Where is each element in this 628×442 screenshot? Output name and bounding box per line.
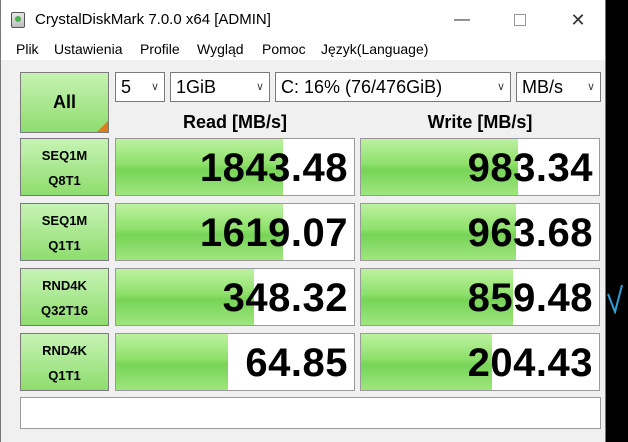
count-select[interactable]: 5 ∨: [115, 72, 165, 102]
test-button-4[interactable]: RND4K Q1T1: [20, 333, 109, 391]
menu-jezyk[interactable]: Język(Language): [321, 41, 428, 57]
read-speed-bar: [116, 334, 228, 390]
chevron-down-icon: ∨: [255, 81, 264, 93]
read-speed-value: 64.85: [245, 341, 348, 385]
count-value: 5: [121, 77, 132, 97]
chevron-down-icon: ∨: [586, 81, 595, 93]
main-panel: All 5 ∨ 1GiB ∨ C: 16% (76/476GiB) ∨ MB/s…: [1, 62, 605, 442]
background-checkmark-icon: [607, 284, 623, 314]
size-value: 1GiB: [176, 77, 217, 97]
test-params: Q8T1: [48, 173, 81, 188]
menu-wyglad[interactable]: Wygląd: [197, 41, 244, 57]
window-title: CrystalDiskMark 7.0.0 x64 [ADMIN]: [35, 11, 271, 28]
maximize-button[interactable]: [496, 0, 544, 40]
read-header: Read [MB/s]: [182, 112, 287, 132]
all-button[interactable]: All: [20, 72, 109, 133]
chevron-down-icon: ∨: [150, 81, 159, 93]
write-speed-value: 204.43: [467, 341, 593, 385]
drive-value: C: 16% (76/476GiB): [281, 77, 443, 97]
maximize-icon: [514, 13, 526, 26]
test-name: RND4K: [42, 278, 87, 293]
menu-plik[interactable]: Plik: [16, 41, 39, 57]
write-speed-value: 859.48: [467, 276, 593, 320]
size-select[interactable]: 1GiB ∨: [170, 72, 270, 102]
read-speed-value: 348.32: [222, 276, 348, 320]
chevron-down-icon: ∨: [496, 81, 505, 93]
test-name: SEQ1M: [41, 213, 88, 228]
menu-bar: Plik Ustawienia Profile Wygląd Pomoc Jęz…: [1, 40, 605, 60]
read-speed-value: 1843.48: [199, 146, 348, 190]
unit-value: MB/s: [522, 77, 564, 97]
test-button-3[interactable]: RND4K Q32T16: [20, 268, 109, 326]
read-result-cell: 64.85: [115, 333, 355, 391]
read-result-cell: 348.32: [115, 268, 355, 326]
crystaldiskmark-app-icon: [11, 12, 25, 28]
read-result-cell: 1843.48: [115, 138, 355, 196]
menu-profile[interactable]: Profile: [140, 41, 180, 57]
test-button-2[interactable]: SEQ1M Q1T1: [20, 203, 109, 261]
test-params: Q32T16: [41, 303, 88, 318]
write-speed-value: 983.34: [467, 146, 593, 190]
close-button[interactable]: ✕: [554, 0, 602, 40]
title-bar[interactable]: CrystalDiskMark 7.0.0 x64 [ADMIN] — ✕: [1, 0, 605, 40]
minimize-button[interactable]: —: [438, 0, 486, 40]
status-bar: [20, 397, 601, 429]
write-result-cell: 963.68: [360, 203, 600, 261]
drive-select[interactable]: C: 16% (76/476GiB) ∨: [275, 72, 511, 102]
write-result-cell: 204.43: [360, 333, 600, 391]
write-speed-value: 963.68: [467, 211, 593, 255]
test-name: SEQ1M: [41, 148, 88, 163]
write-result-cell: 859.48: [360, 268, 600, 326]
test-button-1[interactable]: SEQ1M Q8T1: [20, 138, 109, 196]
read-speed-value: 1619.07: [199, 211, 348, 255]
test-params: Q1T1: [48, 238, 81, 253]
unit-select[interactable]: MB/s ∨: [516, 72, 601, 102]
menu-ustawienia[interactable]: Ustawienia: [54, 41, 122, 57]
app-window: CrystalDiskMark 7.0.0 x64 [ADMIN] — ✕ Pl…: [0, 0, 606, 442]
test-params: Q1T1: [48, 368, 81, 383]
test-name: RND4K: [42, 343, 87, 358]
write-result-cell: 983.34: [360, 138, 600, 196]
write-header: Write [MB/s]: [427, 112, 533, 132]
menu-pomoc[interactable]: Pomoc: [262, 41, 306, 57]
read-result-cell: 1619.07: [115, 203, 355, 261]
